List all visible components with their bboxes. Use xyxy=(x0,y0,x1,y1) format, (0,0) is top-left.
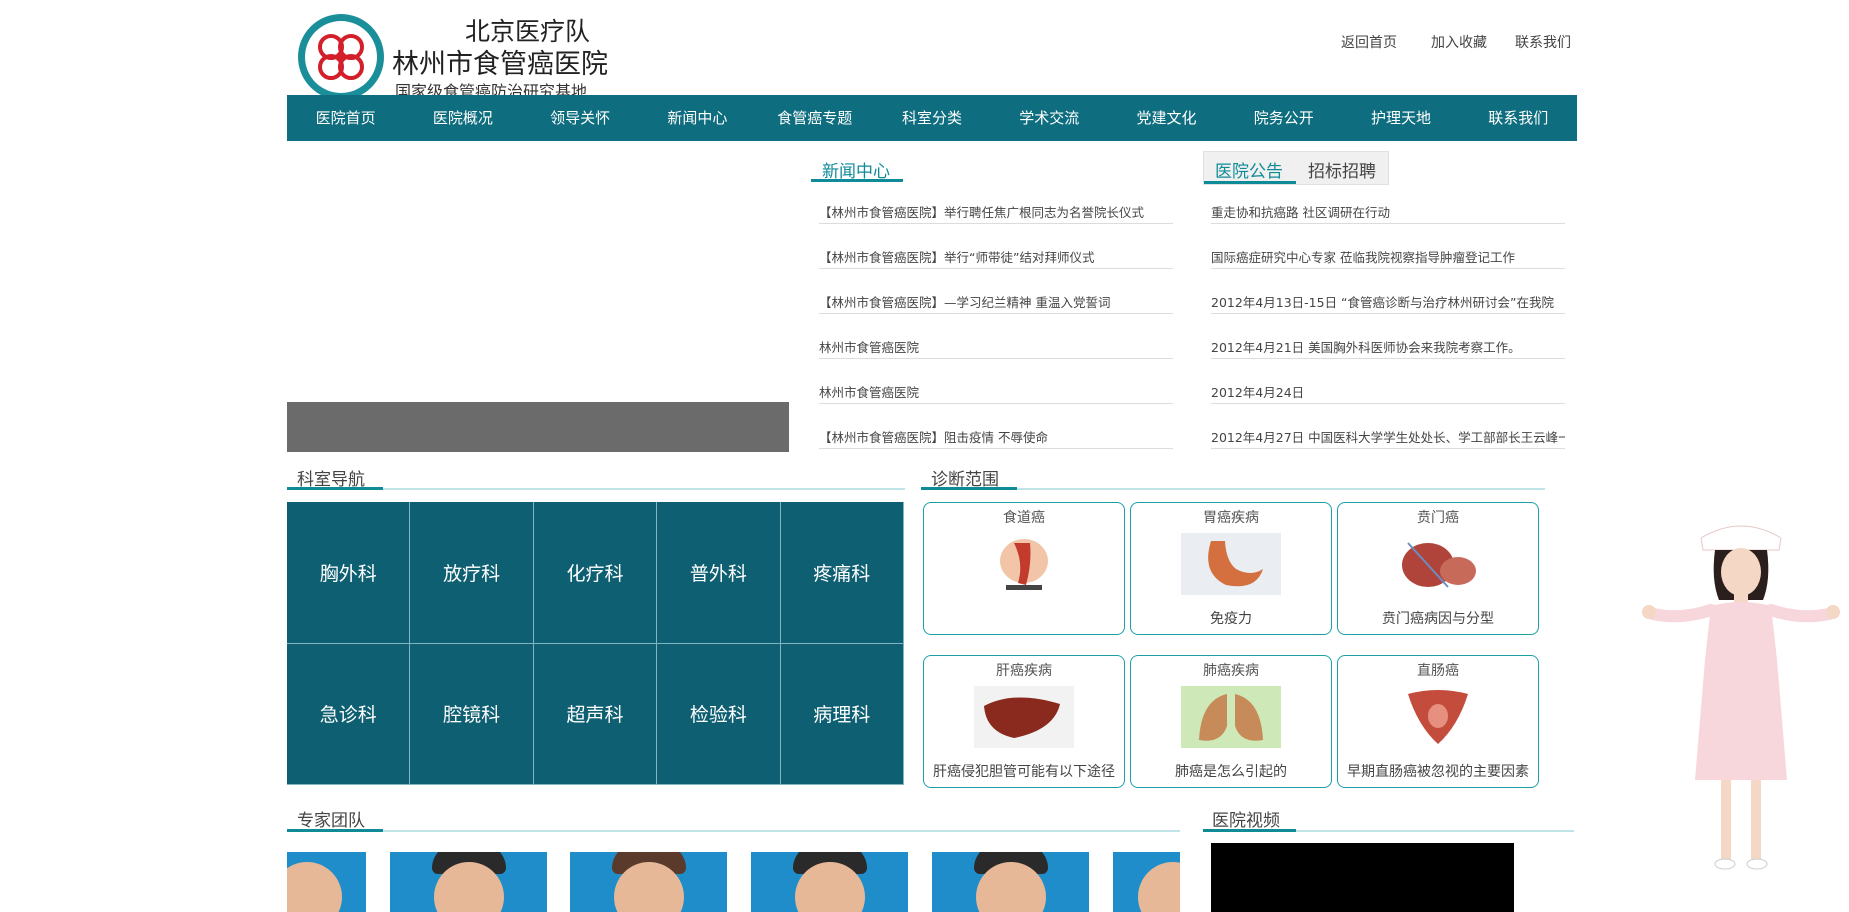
tab-hospital-notice[interactable]: 医院公告 xyxy=(1215,157,1283,182)
dept-section-header: 科室导航 xyxy=(287,461,905,491)
notice-item[interactable]: 2012年4月24日 xyxy=(1211,383,1565,404)
video-section-header: 医院视频 xyxy=(1203,803,1574,833)
dept-thoracic-surgery[interactable]: 胸外科 xyxy=(287,502,411,644)
nav-academic[interactable]: 学术交流 xyxy=(991,95,1108,141)
main-nav: 医院首页 医院概况 领导关怀 新闻中心 食管癌专题 科室分类 学术交流 党建文化… xyxy=(287,95,1577,141)
tab-bidding-recruitment[interactable]: 招标招聘 xyxy=(1308,157,1376,182)
dept-chemotherapy[interactable]: 化疗科 xyxy=(533,502,658,644)
contact-link[interactable]: 联系我们 xyxy=(1515,32,1571,52)
favorite-link[interactable]: 加入收藏 xyxy=(1431,32,1487,52)
dept-laboratory[interactable]: 检验科 xyxy=(657,643,781,785)
diagnosis-card-stomach[interactable]: 胃癌疾病 免疫力 xyxy=(1130,502,1332,635)
expert-header-line xyxy=(287,830,1180,832)
video-player[interactable] xyxy=(1211,843,1514,912)
expert-photo[interactable] xyxy=(287,852,366,912)
nav-contact[interactable]: 联系我们 xyxy=(1460,95,1577,141)
news-title-underline xyxy=(811,179,903,182)
nurse-guide-figure[interactable] xyxy=(1641,510,1841,880)
expert-photo[interactable] xyxy=(1113,852,1180,912)
diagnosis-card-caption: 肺癌是怎么引起的 xyxy=(1175,764,1287,780)
diagnosis-card-title: 胃癌疾病 xyxy=(1203,510,1259,526)
news-item[interactable]: 【林州市食管癌医院】—学习纪兰精神 重温入党誓词 xyxy=(819,293,1173,314)
expert-carousel xyxy=(287,852,1180,912)
diagnosis-card-rectal[interactable]: 直肠癌 早期直肠癌被忽视的主要因素 xyxy=(1337,655,1539,788)
liver-illustration-icon xyxy=(974,686,1074,748)
notice-tabs: 医院公告 招标招聘 xyxy=(1203,151,1389,185)
nav-esophageal-topic[interactable]: 食管癌专题 xyxy=(756,95,873,141)
esophagus-illustration-icon xyxy=(1000,539,1048,590)
rectum-illustration-icon xyxy=(1408,690,1468,744)
lung-illustration-icon xyxy=(1181,686,1281,748)
dept-pain[interactable]: 疼痛科 xyxy=(780,502,904,644)
notice-tab-underline xyxy=(1204,181,1296,184)
diagnosis-card-title: 直肠癌 xyxy=(1417,663,1459,679)
nav-home[interactable]: 医院首页 xyxy=(287,95,404,141)
hospital-logo xyxy=(298,14,384,100)
news-item[interactable]: 林州市食管癌医院 xyxy=(819,338,1173,359)
slider-caption-bar[interactable] xyxy=(287,402,789,452)
diagnosis-card-caption: 早期直肠癌被忽视的主要因素 xyxy=(1347,764,1529,780)
news-list: 【林州市食管癌医院】举行聘任焦广根同志为名誉院长仪式 【林州市食管癌医院】举行“… xyxy=(819,203,1173,449)
diagnosis-card-esophageal[interactable]: 食道癌 xyxy=(923,502,1125,635)
dept-pathology[interactable]: 病理科 xyxy=(780,643,904,785)
news-item[interactable]: 【林州市食管癌医院】阻击疫情 不辱使命 xyxy=(819,428,1173,449)
notice-item[interactable]: 国际癌症研究中心专家 莅临我院视察指导肿瘤登记工作 xyxy=(1211,248,1565,269)
diagnosis-card-caption: 免疫力 xyxy=(1210,611,1252,627)
expert-photo[interactable] xyxy=(751,852,908,912)
dept-endoscopy[interactable]: 腔镜科 xyxy=(410,643,534,785)
diagnosis-card-lung[interactable]: 肺癌疾病 肺癌是怎么引起的 xyxy=(1130,655,1332,788)
nav-overview[interactable]: 医院概况 xyxy=(404,95,521,141)
notice-item[interactable]: 重走协和抗癌路 社区调研在行动 xyxy=(1211,203,1565,224)
nav-party-culture[interactable]: 党建文化 xyxy=(1108,95,1225,141)
diagnosis-card-title: 肝癌疾病 xyxy=(996,663,1052,679)
stomach-illustration-icon xyxy=(1181,533,1281,595)
nav-nursing[interactable]: 护理天地 xyxy=(1342,95,1459,141)
notice-item[interactable]: 2012年4月13日-15日 “食管癌诊断与治疗林州研讨会”在我院 xyxy=(1211,293,1565,314)
cardia-illustration-icon xyxy=(1402,542,1476,588)
dept-title-underline xyxy=(287,487,383,490)
news-item[interactable]: 林州市食管癌医院 xyxy=(819,383,1173,404)
news-item[interactable]: 【林州市食管癌医院】举行聘任焦广根同志为名誉院长仪式 xyxy=(819,203,1173,224)
diagnosis-card-title: 贲门癌 xyxy=(1417,510,1459,526)
diagnosis-card-cardia[interactable]: 贲门癌 贲门癌病因与分型 xyxy=(1337,502,1539,635)
expert-photo[interactable] xyxy=(932,852,1089,912)
expert-section-title: 专家团队 xyxy=(297,811,365,831)
nav-news[interactable]: 新闻中心 xyxy=(639,95,756,141)
video-title-underline xyxy=(1203,829,1296,832)
expert-photo[interactable] xyxy=(390,852,547,912)
diagnosis-card-liver[interactable]: 肝癌疾病 肝癌侵犯胆管可能有以下途径 xyxy=(923,655,1125,788)
expert-photo[interactable] xyxy=(570,852,727,912)
diagnosis-card-caption: 贲门癌病因与分型 xyxy=(1382,611,1494,627)
expert-section-header: 专家团队 xyxy=(287,803,1180,833)
dept-ultrasound[interactable]: 超声科 xyxy=(533,643,658,785)
department-grid: 胸外科 放疗科 化疗科 普外科 疼痛科 急诊科 腔镜科 超声科 检验科 病理科 xyxy=(287,502,904,785)
diagnosis-title-underline xyxy=(921,487,1017,490)
notice-item[interactable]: 2012年4月27日 中国医科大学学生处处长、学工部部长王云峰一 xyxy=(1211,428,1565,449)
hospital-name: 林州市食管癌医院 xyxy=(392,49,608,80)
news-section-header: 新闻中心 xyxy=(811,152,1174,182)
expert-title-underline xyxy=(287,829,383,832)
notice-list: 重走协和抗癌路 社区调研在行动 国际癌症研究中心专家 莅临我院视察指导肿瘤登记工… xyxy=(1211,203,1565,449)
video-section-title: 医院视频 xyxy=(1212,811,1280,831)
nav-affairs[interactable]: 院务公开 xyxy=(1225,95,1342,141)
notice-item[interactable]: 2012年4月21日 美国胸外科医师协会来我院考察工作。 xyxy=(1211,338,1565,359)
diagnosis-card-caption: 肝癌侵犯胆管可能有以下途径 xyxy=(933,764,1115,780)
nav-departments[interactable]: 科室分类 xyxy=(873,95,990,141)
diagnosis-section-header: 诊断范围 xyxy=(921,461,1545,491)
news-item[interactable]: 【林州市食管癌医院】举行“师带徒”结对拜师仪式 xyxy=(819,248,1173,269)
logo-clover-icon xyxy=(318,34,364,80)
home-link[interactable]: 返回首页 xyxy=(1341,32,1397,52)
diagnosis-card-title: 食道癌 xyxy=(1003,510,1045,526)
dept-general-surgery[interactable]: 普外科 xyxy=(657,502,781,644)
dept-radiotherapy[interactable]: 放疗科 xyxy=(410,502,534,644)
dept-emergency[interactable]: 急诊科 xyxy=(287,643,411,785)
nav-leadership[interactable]: 领导关怀 xyxy=(522,95,639,141)
diagnosis-card-title: 肺癌疾病 xyxy=(1203,663,1259,679)
